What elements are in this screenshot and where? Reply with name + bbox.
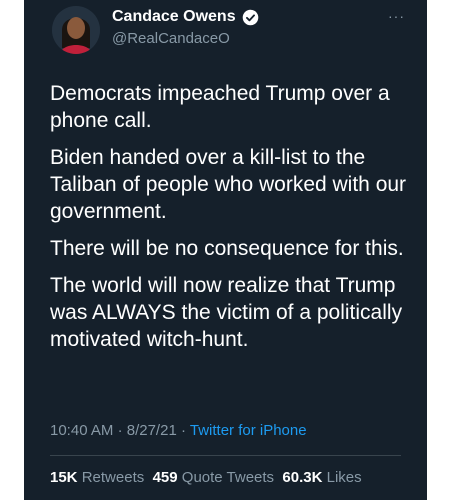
- more-options-icon[interactable]: ···: [388, 8, 405, 24]
- tweet-stats: 15K Retweets 459 Quote Tweets 60.3K Like…: [50, 469, 362, 486]
- divider: [50, 455, 401, 456]
- meta-separator: ·: [117, 422, 123, 439]
- tweet-date[interactable]: 8/27/21: [127, 422, 177, 439]
- retweets-stat[interactable]: 15K Retweets: [50, 469, 144, 486]
- tweet-paragraph: There will be no consequence for this.: [50, 237, 404, 260]
- tweet-paragraph: Democrats impeached Trump over a phone c…: [50, 82, 390, 132]
- tweet-paragraph: Biden handed over a kill-list to the Tal…: [50, 146, 407, 223]
- retweets-label: Retweets: [81, 469, 145, 486]
- tweet-card: Candace Owens @RealCandaceO ··· Democrat…: [24, 0, 427, 500]
- author-row: Candace Owens: [112, 8, 259, 26]
- author-name[interactable]: Candace Owens: [112, 8, 236, 26]
- quote-tweets-label: Quote Tweets: [181, 469, 275, 486]
- quote-tweets-stat[interactable]: 459 Quote Tweets: [153, 469, 274, 486]
- tweet-body: Democrats impeached Trump over a phone c…: [50, 80, 420, 363]
- meta-separator: ·: [180, 422, 186, 439]
- likes-label: Likes: [326, 469, 362, 486]
- retweets-count: 15K: [50, 469, 78, 486]
- verified-badge-icon: [242, 9, 259, 26]
- likes-count: 60.3K: [282, 469, 323, 486]
- tweet-time[interactable]: 10:40 AM: [50, 422, 113, 439]
- avatar[interactable]: [52, 6, 100, 54]
- quote-tweets-count: 459: [152, 469, 178, 486]
- tweet-source-link[interactable]: Twitter for iPhone: [190, 422, 307, 439]
- author-handle[interactable]: @RealCandaceO: [112, 30, 230, 47]
- tweet-paragraph: The world will now realize that Trump wa…: [50, 274, 403, 351]
- likes-stat[interactable]: 60.3K Likes: [282, 469, 361, 486]
- tweet-meta: 10:40 AM · 8/27/21 · Twitter for iPhone: [50, 422, 307, 439]
